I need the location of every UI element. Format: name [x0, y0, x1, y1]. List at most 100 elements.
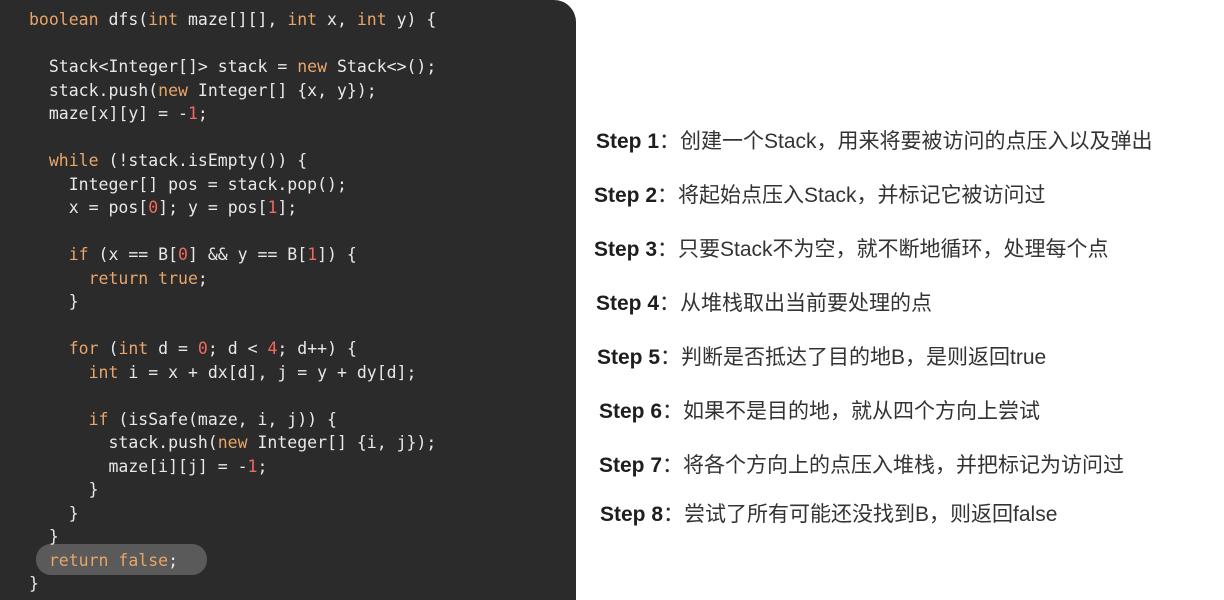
- code-text: ;: [168, 550, 179, 570]
- step-text: 判断是否抵达了目的地B，是则返回true: [681, 346, 1047, 369]
- code-text: Integer[] pos = stack.pop();: [29, 174, 347, 194]
- code-keyword: while: [48, 151, 99, 170]
- code-number: 1: [267, 198, 278, 217]
- code-keyword: int: [118, 339, 149, 358]
- code-number: 0: [148, 198, 159, 217]
- code-text: i = x + dx[d], j = y + dy[d];: [118, 362, 417, 382]
- code-line: return true;: [29, 268, 208, 290]
- code-line: boolean dfs(int maze[][], int x, int y) …: [29, 9, 436, 31]
- code-line: Integer[] pos = stack.pop();: [29, 174, 347, 196]
- code-line: while (!stack.isEmpty()) {: [29, 150, 307, 172]
- step-item: Step 4：从堆栈取出当前要处理的点: [596, 289, 932, 319]
- code-keyword: int: [88, 362, 119, 382]
- step-text: 从堆栈取出当前要处理的点: [680, 292, 933, 315]
- code-number: 1: [187, 104, 198, 123]
- code-text: ]; y = pos[: [158, 198, 268, 217]
- code-keyword: new: [297, 57, 328, 76]
- step-item: Step 1：创建一个Stack，用来将要被访问的点压入以及弹出: [596, 127, 1153, 157]
- code-keyword: false: [118, 550, 169, 570]
- step-text: 将各个方向上的点压入堆栈，并把标记为访问过: [683, 454, 1125, 477]
- code-text: stack.push(: [29, 80, 159, 100]
- code-line: return false;: [29, 550, 178, 572]
- step-item: Step 3：只要Stack不为空，就不断地循环，处理每个点: [594, 235, 1109, 265]
- code-text: stack.push(: [29, 433, 218, 452]
- code-text: ;: [257, 456, 268, 476]
- code-line: }: [29, 503, 79, 525]
- code-text: Stack<>();: [327, 57, 437, 76]
- code-line: }: [29, 573, 39, 595]
- step-item: Step 6：如果不是目的地，就从四个方向上尝试: [599, 397, 1040, 427]
- code-keyword: true: [158, 268, 198, 288]
- step-label: Step 1: [596, 130, 660, 153]
- step-text: 如果不是目的地，就从四个方向上尝试: [683, 400, 1041, 423]
- code-line: }: [29, 291, 79, 313]
- code-text: Integer[] {i, j});: [247, 433, 437, 452]
- step-separator: ：: [657, 238, 679, 261]
- step-text: 创建一个Stack，用来将要被访问的点压入以及弹出: [680, 130, 1153, 153]
- code-text: }: [29, 480, 99, 499]
- code-line: int i = x + dx[d], j = y + dy[d];: [29, 362, 417, 384]
- step-text: 尝试了所有可能还没找到B，则返回false: [684, 503, 1058, 526]
- code-text: x = pos[: [29, 198, 149, 217]
- code-text: (isSafe(maze, i, j)) {: [108, 409, 337, 429]
- code-keyword: boolean: [29, 10, 99, 29]
- step-item: Step 5：判断是否抵达了目的地B，是则返回true: [597, 343, 1046, 373]
- step-separator: ：: [659, 292, 681, 315]
- steps-list: Step 1：创建一个Stack，用来将要被访问的点压入以及弹出 Step 2：…: [577, 0, 1224, 600]
- code-number: 0: [197, 339, 208, 358]
- step-label: Step 4: [596, 292, 660, 315]
- code-text: (: [98, 339, 119, 358]
- code-text: Stack<Integer[]> stack =: [29, 57, 298, 76]
- code-keyword: return: [88, 268, 149, 288]
- code-line: maze[i][j] = -1;: [29, 456, 267, 478]
- code-number: 1: [307, 245, 318, 264]
- code-number: 1: [247, 456, 258, 476]
- step-separator: ：: [659, 130, 681, 153]
- step-separator: ：: [660, 346, 682, 369]
- code-text: ]) {: [317, 245, 357, 264]
- code-line: stack.push(new Integer[] {i, j});: [29, 432, 436, 454]
- code-keyword: int: [287, 10, 318, 29]
- code-text: }: [29, 503, 79, 523]
- code-text: dfs(: [98, 10, 149, 29]
- code-line: }: [29, 479, 99, 501]
- code-line: stack.push(new Integer[] {x, y});: [29, 80, 377, 102]
- step-text: 只要Stack不为空，就不断地循环，处理每个点: [678, 238, 1109, 261]
- step-separator: ：: [657, 184, 679, 207]
- code-keyword: int: [148, 10, 179, 29]
- code-line: maze[x][y] = -1;: [29, 103, 208, 125]
- step-label: Step 7: [599, 454, 663, 477]
- step-label: Step 2: [594, 184, 658, 207]
- code-text: ];: [277, 198, 298, 217]
- code-text: (!stack.isEmpty()) {: [98, 151, 308, 170]
- code-text: maze[x][y] = -: [29, 104, 188, 123]
- code-line: Stack<Integer[]> stack = new Stack<>();: [29, 56, 436, 78]
- code-line: if (isSafe(maze, i, j)) {: [29, 409, 337, 431]
- code-text: y) {: [386, 10, 437, 29]
- code-text: d =: [148, 339, 198, 358]
- code-text: maze[i][j] = -: [29, 456, 248, 476]
- step-item: Step 8：尝试了所有可能还没找到B，则返回false: [600, 500, 1057, 530]
- code-line: x = pos[0]; y = pos[1];: [29, 197, 298, 219]
- code-line: }: [29, 526, 59, 548]
- code-text: }: [29, 574, 39, 593]
- step-label: Step 8: [600, 503, 664, 526]
- code-text: ;: [197, 104, 208, 123]
- code-text: ] && y == B[: [187, 245, 308, 264]
- code-text: (x == B[: [88, 245, 179, 264]
- code-text: ; d <: [207, 339, 268, 358]
- code-text: x,: [317, 10, 357, 29]
- step-label: Step 3: [594, 238, 658, 261]
- code-keyword: if: [88, 409, 109, 429]
- code-keyword: new: [217, 433, 248, 452]
- step-separator: ：: [662, 454, 684, 477]
- step-separator: ：: [663, 503, 685, 526]
